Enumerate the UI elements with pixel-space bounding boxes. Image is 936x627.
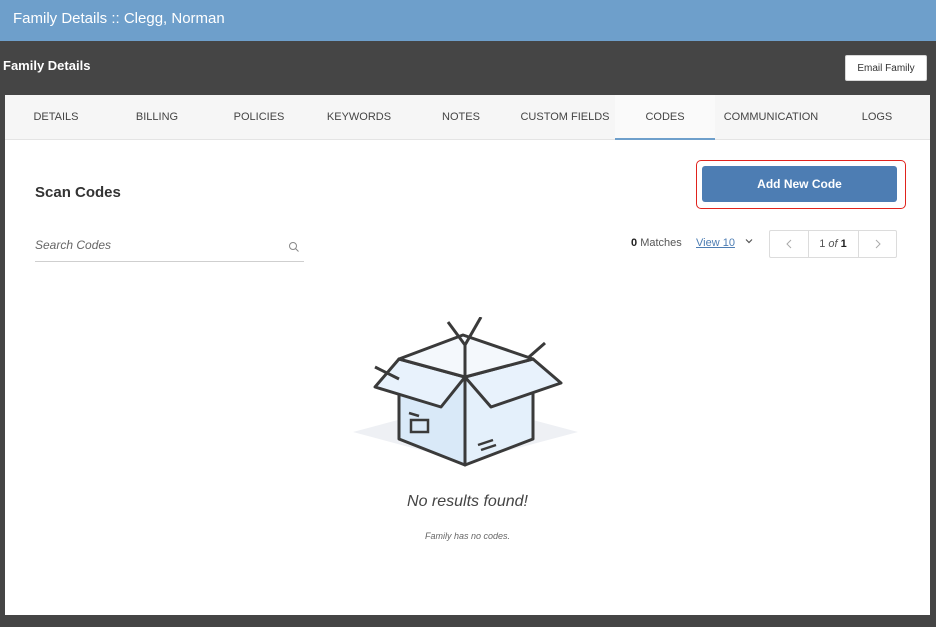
tab-custom-fields[interactable]: CUSTOM FIELDS (515, 95, 615, 140)
search-icon[interactable] (288, 241, 300, 253)
empty-state-title: No results found! (407, 493, 528, 510)
tab-logs[interactable]: LOGS (827, 95, 927, 140)
tab-details[interactable]: DETAILS (5, 95, 107, 140)
page-of: of (828, 238, 838, 250)
window-title: Family Details :: Clegg, Norman (13, 10, 225, 27)
main-panel: DETAILS BILLING POLICIES KEYWORDS NOTES … (5, 95, 930, 615)
tab-policies[interactable]: POLICIES (207, 95, 311, 140)
tab-notes[interactable]: NOTES (407, 95, 515, 140)
tab-communication[interactable]: COMMUNICATION (715, 95, 827, 140)
matches-number: 0 (631, 237, 638, 249)
page-indicator: 1 of 1 (808, 231, 858, 257)
add-new-code-button[interactable]: Add New Code (702, 166, 897, 202)
chevron-down-icon[interactable] (744, 236, 754, 246)
empty-state-subtitle: Family has no codes. (424, 531, 511, 541)
next-page-button[interactable] (858, 231, 897, 257)
tab-keywords[interactable]: KEYWORDS (311, 95, 407, 140)
search-field (35, 233, 304, 262)
page-title: Family Details (3, 58, 91, 73)
tab-bar: DETAILS BILLING POLICIES KEYWORDS NOTES … (5, 95, 930, 140)
page-current: 1 (819, 238, 826, 250)
tab-codes[interactable]: CODES (615, 95, 715, 140)
previous-page-button[interactable] (770, 231, 809, 257)
chevron-left-icon (786, 239, 792, 249)
email-family-button[interactable]: Email Family (845, 55, 927, 81)
tab-billing[interactable]: BILLING (107, 95, 207, 140)
page-total: 1 (840, 238, 847, 250)
pagination: 1 of 1 (769, 230, 897, 258)
matches-count: 0 Matches (631, 237, 682, 249)
chevron-right-icon (875, 239, 881, 249)
matches-label: Matches (640, 237, 682, 249)
window-titlebar: Family Details :: Clegg, Norman (0, 0, 936, 41)
search-input[interactable] (35, 233, 275, 257)
section-title: Scan Codes (35, 184, 121, 201)
view-count-dropdown[interactable]: View 10 (696, 237, 735, 249)
page-header: Family Details Email Family (0, 41, 936, 95)
open-box-icon (353, 317, 578, 467)
